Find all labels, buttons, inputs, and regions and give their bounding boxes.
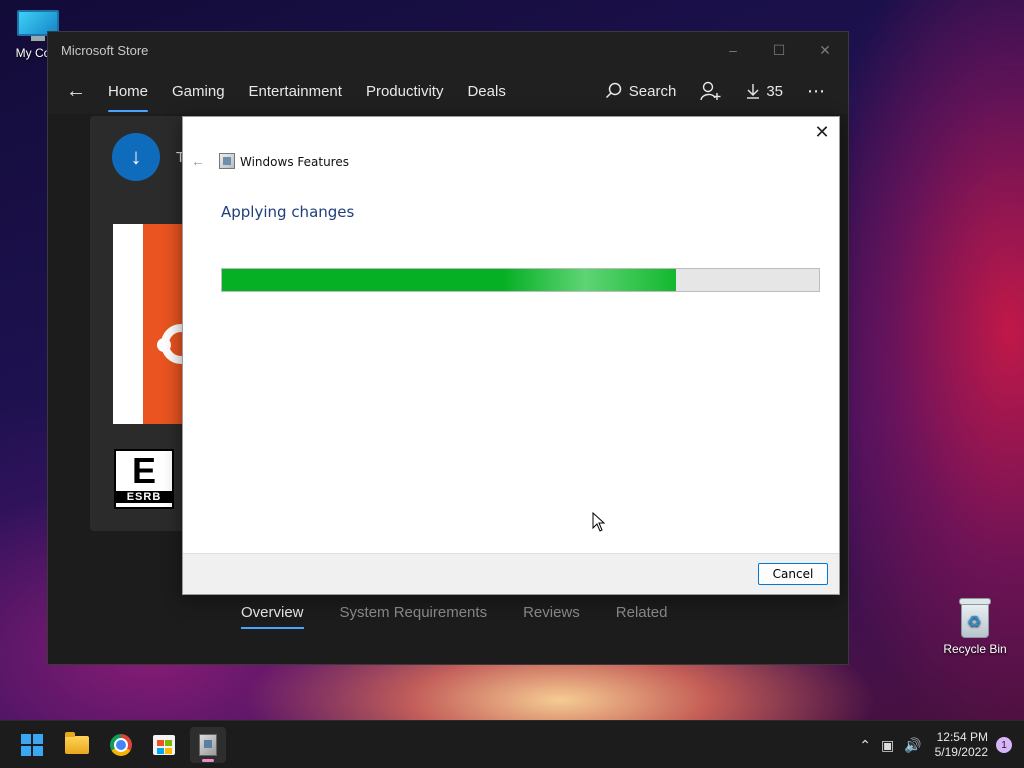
- dialog-footer: Cancel: [183, 553, 839, 594]
- tab-system-requirements[interactable]: System Requirements: [340, 604, 488, 629]
- tab-gaming[interactable]: Gaming: [172, 68, 225, 114]
- mouse-cursor-icon: [592, 512, 606, 532]
- start-icon: [21, 734, 43, 756]
- esrb-brand: ESRB: [116, 491, 172, 503]
- windows-features-taskbar-button[interactable]: [190, 727, 226, 763]
- network-icon[interactable]: ▣: [881, 737, 894, 754]
- download-icon: [747, 84, 760, 99]
- chevron-up-icon[interactable]: ⌃: [859, 737, 871, 754]
- applying-changes-heading: Applying changes: [221, 203, 355, 221]
- system-tray: ⌃ ▣ 🔊 12:54 PM 5/19/2022 1: [854, 721, 1024, 768]
- tab-deals[interactable]: Deals: [467, 68, 505, 114]
- dialog-close-icon[interactable]: ✕: [811, 121, 833, 143]
- cancel-button[interactable]: Cancel: [758, 563, 828, 585]
- start-button[interactable]: [14, 727, 50, 763]
- recycle-bin-desktop-icon[interactable]: ♻ Recycle Bin: [940, 598, 1010, 656]
- progress-bar: [221, 268, 820, 292]
- windows-features-dialog: ✕ ← Windows Features Applying changes Ca…: [182, 116, 840, 595]
- downloads-button[interactable]: 35: [746, 83, 783, 100]
- search-label: Search: [628, 82, 677, 100]
- search-button[interactable]: Search: [605, 82, 677, 100]
- dialog-back-arrow-icon: ←: [191, 153, 205, 169]
- add-user-icon: [700, 81, 721, 101]
- progress-bar-fill: [222, 269, 676, 291]
- maximize-icon[interactable]: ☐: [756, 32, 802, 68]
- tab-reviews[interactable]: Reviews: [523, 604, 580, 629]
- tab-home[interactable]: Home: [108, 68, 149, 114]
- download-circle-icon[interactable]: ↓: [112, 133, 160, 181]
- app-detail-tabs: Overview System Requirements Reviews Rel…: [241, 604, 667, 629]
- store-navbar: ← Home Gaming Entertainment Productivity…: [48, 68, 848, 114]
- volume-icon[interactable]: 🔊: [904, 737, 921, 754]
- dialog-title: Windows Features: [240, 155, 349, 169]
- recycle-bin-icon: ♻: [959, 598, 991, 638]
- minimize-icon[interactable]: –: [710, 32, 756, 68]
- store-window-title: Microsoft Store: [61, 42, 149, 58]
- clock-time: 12:54 PM: [936, 730, 988, 744]
- tab-entertainment[interactable]: Entertainment: [249, 68, 342, 114]
- microsoft-store-icon: [153, 735, 175, 755]
- more-options-icon[interactable]: ⋯: [807, 81, 826, 102]
- recycle-bin-label: Recycle Bin: [943, 642, 1007, 656]
- clock[interactable]: 12:54 PM 5/19/2022: [935, 730, 988, 760]
- tab-overview[interactable]: Overview: [241, 604, 304, 629]
- file-explorer-icon: [65, 732, 89, 754]
- taskbar: ⌃ ▣ 🔊 12:54 PM 5/19/2022 1: [0, 720, 1024, 768]
- microsoft-store-button[interactable]: [146, 727, 182, 763]
- chrome-icon: [110, 734, 132, 756]
- windows-features-icon: [199, 734, 217, 756]
- chrome-button[interactable]: [103, 727, 139, 763]
- tab-related[interactable]: Related: [616, 604, 668, 629]
- esrb-letter: E: [131, 450, 156, 491]
- store-titlebar[interactable]: Microsoft Store – ☐ ✕: [48, 32, 848, 68]
- account-button[interactable]: [700, 81, 722, 101]
- back-arrow-icon[interactable]: ←: [56, 80, 96, 103]
- windows-features-icon: [219, 153, 235, 169]
- search-icon: [605, 82, 622, 99]
- close-icon[interactable]: ✕: [802, 32, 848, 68]
- esrb-rating-badge[interactable]: E ESRB: [114, 449, 174, 509]
- notification-badge[interactable]: 1: [996, 737, 1012, 753]
- file-explorer-button[interactable]: [59, 727, 95, 763]
- downloads-count: 35: [766, 82, 783, 100]
- clock-date: 5/19/2022: [934, 745, 988, 759]
- tab-productivity[interactable]: Productivity: [366, 68, 444, 114]
